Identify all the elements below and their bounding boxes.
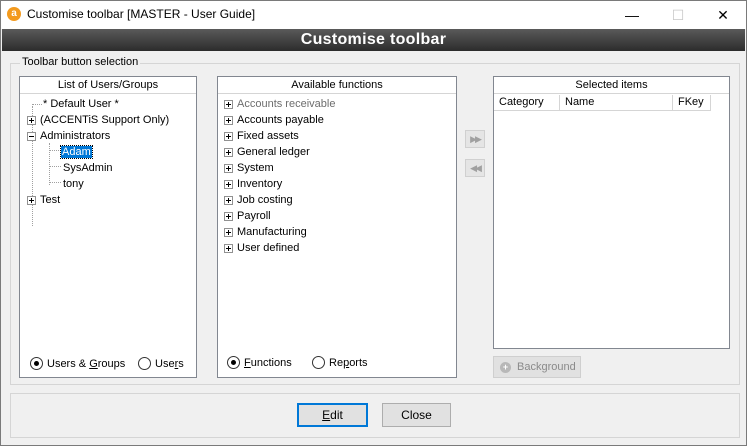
radio-selected-icon[interactable] <box>30 357 43 370</box>
function-user-defined[interactable]: User defined <box>224 240 299 256</box>
radio-label: Reports <box>329 356 368 369</box>
expand-plus-icon[interactable] <box>27 115 36 125</box>
tree-item-label-selected: Adam <box>60 145 93 159</box>
background-button[interactable]: + Background <box>493 356 581 378</box>
minimize-button[interactable]: — <box>609 1 655 29</box>
title-bar: a Customise toolbar [MASTER - User Guide… <box>1 1 746 29</box>
expand-plus-icon[interactable] <box>224 195 233 205</box>
expand-plus-icon[interactable] <box>224 115 233 125</box>
selected-items-header: Selected items <box>494 77 729 94</box>
close-button[interactable]: Close <box>382 403 451 427</box>
radio-label: Functions <box>244 356 292 369</box>
radio-label: Users & Groups <box>47 357 126 370</box>
function-label: Job costing <box>237 194 293 206</box>
radio-users-groups[interactable]: Users & Groups <box>30 357 125 370</box>
tree-item-test[interactable]: Test <box>27 192 60 208</box>
function-accounts-payable[interactable]: Accounts payable <box>224 112 324 128</box>
radio-selected-icon[interactable] <box>227 356 240 369</box>
function-label: Inventory <box>237 178 283 190</box>
available-functions-panel: Available functions Accounts receivable … <box>217 76 457 378</box>
tree-item-label: SysAdmin <box>63 162 113 174</box>
tree-line <box>49 166 61 167</box>
window-title: Customise toolbar [MASTER - User Guide] <box>27 7 256 21</box>
expand-plus-icon[interactable] <box>224 131 233 141</box>
plus-icon: + <box>500 361 511 373</box>
tree-line <box>32 104 42 105</box>
expand-plus-icon[interactable] <box>224 243 233 253</box>
tree-item-administrators[interactable]: Administrators <box>27 128 110 144</box>
tree-item-default-user[interactable]: * Default User * <box>43 96 119 112</box>
tree-item-label: (ACCENTiS Support Only) <box>40 114 170 126</box>
expand-plus-icon[interactable] <box>224 227 233 237</box>
tree-item-label: tony <box>63 178 84 190</box>
function-label: Manufacturing <box>237 226 307 238</box>
close-window-button[interactable]: ✕ <box>700 1 746 29</box>
function-label: General ledger <box>237 146 310 158</box>
tree-line <box>49 150 61 151</box>
function-label: Accounts payable <box>237 114 324 126</box>
column-header-fkey[interactable]: FKey <box>673 95 711 111</box>
function-system[interactable]: System <box>224 160 274 176</box>
function-fixed-assets[interactable]: Fixed assets <box>224 128 299 144</box>
background-button-label: Background <box>517 361 576 373</box>
add-to-selected-button[interactable]: ▶▶ <box>465 130 485 148</box>
available-functions-header: Available functions <box>218 77 456 94</box>
button-bar <box>10 393 740 438</box>
expand-plus-icon[interactable] <box>224 147 233 157</box>
radio-label: Users <box>155 357 184 370</box>
expand-plus-icon[interactable] <box>224 211 233 221</box>
function-payroll[interactable]: Payroll <box>224 208 271 224</box>
function-general-ledger[interactable]: General ledger <box>224 144 310 160</box>
tree-item-adam[interactable]: Adam <box>60 144 93 160</box>
expand-plus-icon[interactable] <box>27 195 36 205</box>
function-label: System <box>237 162 274 174</box>
radio-users[interactable]: Users <box>138 357 184 370</box>
function-accounts-receivable[interactable]: Accounts receivable <box>224 96 335 112</box>
column-header-name[interactable]: Name <box>560 95 673 111</box>
function-label: User defined <box>237 242 300 254</box>
tree-item-accentis-support[interactable]: (ACCENTiS Support Only) <box>27 112 169 128</box>
function-inventory[interactable]: Inventory <box>224 176 282 192</box>
tree-item-label: Administrators <box>40 130 111 142</box>
maximize-button[interactable]: ☐ <box>655 1 701 29</box>
radio-unselected-icon[interactable] <box>312 356 325 369</box>
expand-plus-icon[interactable] <box>224 179 233 189</box>
radio-functions[interactable]: Functions <box>227 356 292 369</box>
function-job-costing[interactable]: Job costing <box>224 192 293 208</box>
users-groups-header: List of Users/Groups <box>20 77 196 94</box>
dialog-banner: Customise toolbar <box>2 29 745 51</box>
expand-plus-icon[interactable] <box>224 163 233 173</box>
function-label: Accounts receivable <box>237 98 336 110</box>
customise-toolbar-window: a Customise toolbar [MASTER - User Guide… <box>0 0 747 446</box>
tree-item-label: Test <box>40 194 61 206</box>
expand-plus-icon[interactable] <box>224 99 233 109</box>
function-label: Payroll <box>237 210 271 222</box>
radio-unselected-icon[interactable] <box>138 357 151 370</box>
edit-button[interactable]: Edit <box>297 403 368 427</box>
tree-item-sysadmin[interactable]: SysAdmin <box>63 160 113 176</box>
tree-item-tony[interactable]: tony <box>63 176 84 192</box>
function-manufacturing[interactable]: Manufacturing <box>224 224 307 240</box>
function-label: Fixed assets <box>237 130 299 142</box>
tree-item-label: * Default User * <box>43 98 119 110</box>
users-groups-panel: List of Users/Groups * Default User * (A… <box>19 76 197 378</box>
tree-line <box>49 182 61 183</box>
column-header-category[interactable]: Category <box>494 95 560 111</box>
remove-from-selected-button[interactable]: ◀◀ <box>465 159 485 177</box>
group-label: Toolbar button selection <box>20 56 141 68</box>
collapse-minus-icon[interactable] <box>27 131 36 141</box>
app-logo-icon: a <box>7 7 21 21</box>
selected-items-panel: Selected items Category Name FKey <box>493 76 730 349</box>
radio-reports[interactable]: Reports <box>312 356 368 369</box>
